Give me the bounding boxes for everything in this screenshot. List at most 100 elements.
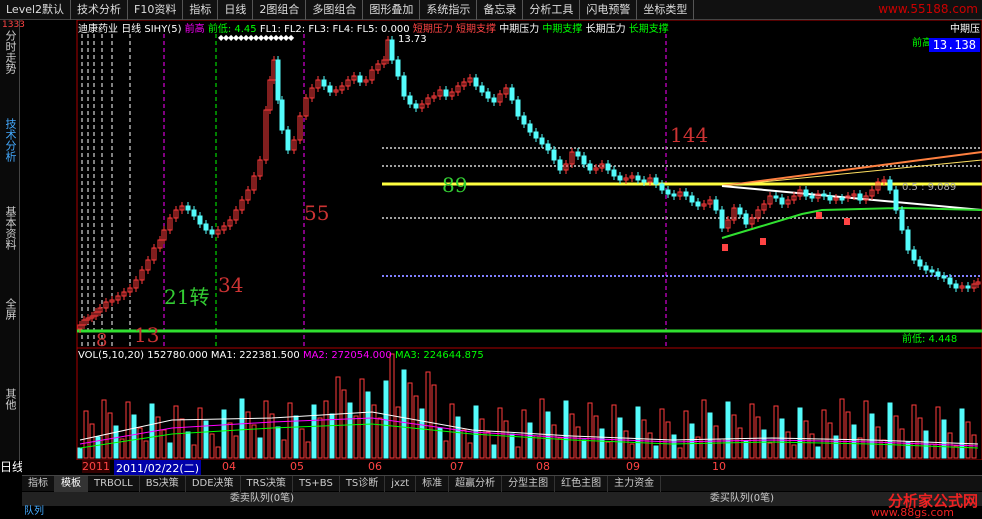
bottom-tab-10[interactable]: 超赢分析 [449, 476, 503, 492]
bottom-tab-8[interactable]: jxzt [385, 476, 417, 492]
volume-bar [671, 434, 677, 459]
menu-item-10[interactable]: 分析工具 [523, 0, 581, 20]
bottom-tab-7[interactable]: TS诊断 [340, 476, 386, 492]
sidebar-tab-other[interactable]: 其他 [2, 388, 18, 410]
volume-bar [77, 447, 83, 459]
menu-item-0[interactable]: Level2默认 [0, 0, 72, 20]
fib-label-a55: 55 [304, 201, 329, 225]
menu-item-7[interactable]: 图形叠加 [363, 0, 421, 20]
volume-bar [755, 416, 761, 459]
bottom-tab-13[interactable]: 主力资金 [608, 476, 662, 492]
trend-line-orange [721, 151, 982, 187]
sidebar-tab-fullscreen[interactable]: 全屏 [2, 298, 18, 320]
sidebar-tab-fundamentals[interactable]: 基本资料 [2, 206, 18, 250]
volume-bar [107, 412, 113, 459]
candle-body [839, 197, 845, 201]
volume-bar [677, 447, 683, 459]
date-axis: 2011 2011/02/22(二) 04 05 06 07 08 09 10 [22, 460, 982, 476]
volume-bar [173, 405, 179, 459]
bottom-tab-1[interactable]: 模板 [55, 476, 88, 492]
volume-bar [533, 435, 539, 459]
volume-bar [683, 410, 689, 459]
volume-bar [773, 405, 779, 459]
vol-ma2: MA2: 272054.000 [302, 350, 392, 361]
bottom-tab-9[interactable]: 标准 [416, 476, 450, 492]
volume-bar [935, 406, 941, 459]
candle-body [191, 209, 197, 217]
menu-item-3[interactable]: 指标 [183, 0, 219, 20]
kline-chart[interactable]: ◆◆◆◆◆◆◆◆◆◆◆◆◆◆◆14489553421转13813.730.5 :… [22, 20, 982, 460]
stock-name: 迪康药业 [78, 24, 118, 35]
volume-bar [605, 441, 611, 459]
candle-body [941, 275, 947, 279]
volume-bar [299, 428, 305, 459]
menu-item-2[interactable]: F10资料 [128, 0, 184, 20]
volume-bar [509, 433, 515, 459]
short-pressure-label: 短期压力 [412, 24, 453, 35]
candle-body [401, 75, 407, 97]
volume-bar [959, 408, 965, 459]
menu-item-12[interactable]: 坐标类型 [637, 0, 695, 20]
volume-bar [419, 408, 425, 459]
volume-bar [143, 440, 149, 459]
sidebar-tab-intraday[interactable]: 分时走势 [2, 30, 18, 74]
volume-bar [179, 418, 185, 459]
menu-item-4[interactable]: 日线 [218, 0, 254, 20]
candle-body [827, 195, 833, 201]
menu-item-5[interactable]: 2图组合 [253, 0, 307, 20]
candle-body [545, 143, 551, 151]
bottom-tab-5[interactable]: TRS决策 [241, 476, 293, 492]
fl-labels: FL1: FL2: FL3: FL4: FL5: 0.000 [259, 24, 410, 35]
candle-body [929, 269, 935, 273]
menu-item-9[interactable]: 备忘录 [477, 0, 524, 20]
mid-support-label: 中期支撑 [542, 24, 583, 35]
volume-bar [599, 428, 605, 459]
mid-pressure-label: 中期压力 [499, 24, 540, 35]
volume-bar [917, 417, 923, 459]
volume-bar [311, 404, 317, 459]
right-mid-label: 中期压 [950, 24, 980, 35]
volume-bar [653, 445, 659, 459]
bottom-tab-6[interactable]: TS+BS [293, 476, 340, 492]
bottom-tab-3[interactable]: BS决策 [140, 476, 186, 492]
menu-item-8[interactable]: 系统指示 [420, 0, 478, 20]
volume-bar [353, 415, 359, 459]
menu-item-6[interactable]: 多图组合 [306, 0, 364, 20]
volume-bar [521, 409, 527, 459]
volume-bar [161, 429, 167, 459]
sell-queue: 委卖队列(0笔) [229, 493, 295, 504]
candle-body [965, 285, 971, 289]
volume-bar [449, 403, 455, 459]
menu-item-11[interactable]: 闪电预警 [580, 0, 638, 20]
bottom-tab-12[interactable]: 红色主图 [555, 476, 609, 492]
candle-body [737, 207, 743, 215]
volume-bar [209, 433, 215, 459]
volume-bar [137, 427, 143, 459]
candle-body [773, 195, 779, 199]
volume-bar [167, 442, 173, 459]
volume-bar [431, 384, 437, 459]
volume-bar [821, 409, 827, 459]
candle-body [635, 175, 641, 181]
volume-bar [365, 391, 371, 459]
period-label: 日线 [121, 24, 142, 35]
sidebar-tab-technical[interactable]: 技术分析 [2, 118, 18, 162]
trend-line-green [721, 206, 982, 239]
candle-body [899, 209, 905, 231]
signal-marker [844, 218, 850, 225]
volume-bar [425, 371, 431, 459]
volume-bar [347, 402, 353, 459]
bottom-tab-4[interactable]: DDE决策 [186, 476, 241, 492]
front-low-chart-label: 前低: 4.448 [902, 332, 957, 345]
volume-bar [689, 423, 695, 459]
volume-bar [101, 399, 107, 459]
candle-body [515, 99, 521, 117]
candle-body [473, 77, 479, 87]
bottom-tab-2[interactable]: TRBOLL [88, 476, 140, 492]
volume-bar [527, 422, 533, 459]
candle-body [521, 115, 527, 125]
bottom-tab-11[interactable]: 分型主图 [502, 476, 556, 492]
menu-item-1[interactable]: 技术分析 [71, 0, 129, 20]
volume-bar [575, 426, 581, 459]
bottom-tab-0[interactable]: 指标 [22, 476, 55, 492]
